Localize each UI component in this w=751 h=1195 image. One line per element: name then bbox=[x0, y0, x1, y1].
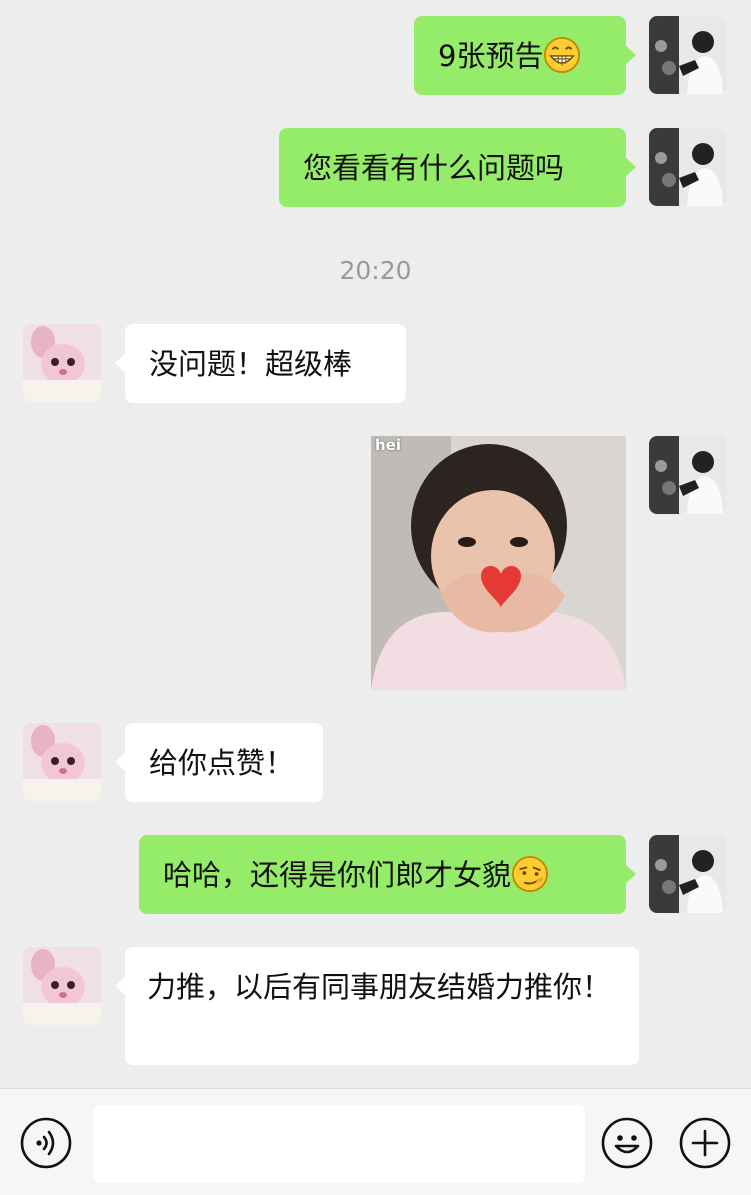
contact-avatar-image bbox=[23, 324, 101, 402]
message-text: 9张预告 bbox=[438, 39, 544, 73]
message-text: 没问题！超级棒 bbox=[149, 347, 353, 381]
self-avatar-image bbox=[649, 128, 727, 206]
smirk-emoji bbox=[511, 855, 549, 893]
message-text: 您看看有什么问题吗 bbox=[303, 151, 565, 185]
heart-hands-photo bbox=[371, 436, 626, 690]
outgoing-message[interactable]: 9张预告 bbox=[414, 16, 636, 95]
emoji-icon[interactable] bbox=[601, 1117, 653, 1169]
avatar-self[interactable] bbox=[649, 128, 727, 206]
chat-area: 9张预告 您看看有什么问题吗 20:20 没问题！超级棒 hei 给你点赞！ 哈… bbox=[0, 0, 751, 1088]
self-avatar-image bbox=[649, 436, 727, 514]
contact-avatar-image bbox=[23, 723, 101, 801]
avatar-contact[interactable] bbox=[23, 324, 101, 402]
avatar-contact[interactable] bbox=[23, 723, 101, 801]
timestamp: 20:20 bbox=[339, 256, 412, 285]
incoming-message[interactable]: 力推，以后有同事朋友结婚力推你！ bbox=[115, 947, 639, 1065]
self-avatar-image bbox=[649, 835, 727, 913]
avatar-self[interactable] bbox=[649, 16, 727, 94]
input-bar bbox=[0, 1088, 751, 1195]
incoming-message[interactable]: 给你点赞！ bbox=[115, 723, 323, 802]
self-avatar-image bbox=[649, 16, 727, 94]
avatar-self[interactable] bbox=[649, 835, 727, 913]
photo-watermark: hei bbox=[375, 436, 401, 454]
avatar-self[interactable] bbox=[649, 436, 727, 514]
shared-photo[interactable]: hei bbox=[371, 436, 626, 690]
message-input[interactable] bbox=[93, 1105, 585, 1183]
message-text: 给你点赞！ bbox=[149, 746, 295, 780]
outgoing-message[interactable]: 您看看有什么问题吗 bbox=[279, 128, 636, 207]
contact-avatar-image bbox=[23, 947, 101, 1025]
plus-icon[interactable] bbox=[679, 1117, 731, 1169]
grin-emoji bbox=[544, 36, 581, 74]
outgoing-message[interactable]: 哈哈，还得是你们郎才女貌 bbox=[139, 835, 636, 914]
message-text: 哈哈，还得是你们郎才女貌 bbox=[163, 858, 512, 892]
incoming-message[interactable]: 没问题！超级棒 bbox=[115, 324, 406, 403]
voice-icon[interactable] bbox=[20, 1117, 72, 1169]
avatar-contact[interactable] bbox=[23, 947, 101, 1025]
message-text: 力推，以后有同事朋友结婚力推你！ bbox=[147, 970, 612, 1004]
